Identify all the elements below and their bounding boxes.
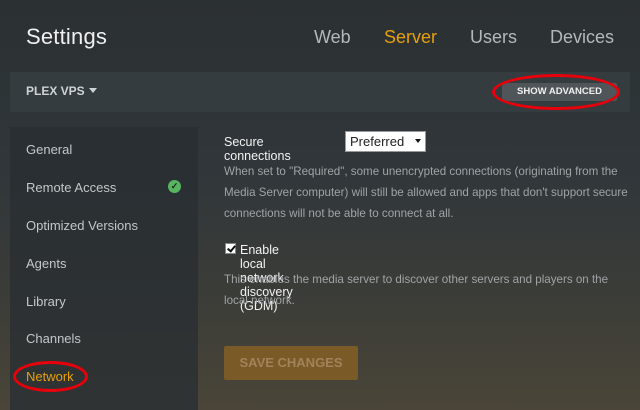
- select-caret-icon: [415, 139, 421, 143]
- tab-server[interactable]: Server: [384, 27, 437, 48]
- server-name-label: PLEX VPS: [26, 84, 85, 98]
- sidebar-item-general[interactable]: General: [26, 142, 72, 157]
- gdm-checkbox[interactable]: [225, 243, 236, 254]
- caret-down-icon: [88, 88, 97, 93]
- tab-devices[interactable]: Devices: [550, 27, 614, 48]
- server-selector[interactable]: PLEX VPS: [26, 84, 97, 98]
- secure-connections-value: Preferred: [350, 134, 405, 149]
- show-advanced-button[interactable]: SHOW ADVANCED: [502, 83, 617, 101]
- sidebar-item-library[interactable]: Library: [26, 294, 66, 309]
- secure-connections-select[interactable]: Preferred: [345, 131, 426, 152]
- secure-connections-help: When set to "Required", some unencrypted…: [224, 165, 628, 220]
- sidebar-item-channels[interactable]: Channels: [26, 331, 81, 346]
- tab-web[interactable]: Web: [314, 27, 351, 48]
- save-changes-button[interactable]: SAVE CHANGES: [224, 346, 358, 380]
- check-circle-icon: ✓: [168, 180, 181, 193]
- tab-users[interactable]: Users: [470, 27, 517, 48]
- server-bar: PLEX VPS SHOW ADVANCED: [10, 72, 630, 112]
- secure-connections-label: Secure connections: [224, 135, 291, 163]
- top-bar: Settings Web Server Users Devices: [0, 0, 640, 72]
- page-title: Settings: [26, 24, 108, 49]
- sidebar-item-remote-access[interactable]: Remote Access: [26, 180, 116, 195]
- gdm-help: This enables the media server to discove…: [224, 273, 609, 307]
- sidebar-item-optimized-versions[interactable]: Optimized Versions: [26, 218, 138, 233]
- sidebar-item-agents[interactable]: Agents: [26, 256, 66, 271]
- sidebar-item-network[interactable]: Network: [26, 369, 74, 384]
